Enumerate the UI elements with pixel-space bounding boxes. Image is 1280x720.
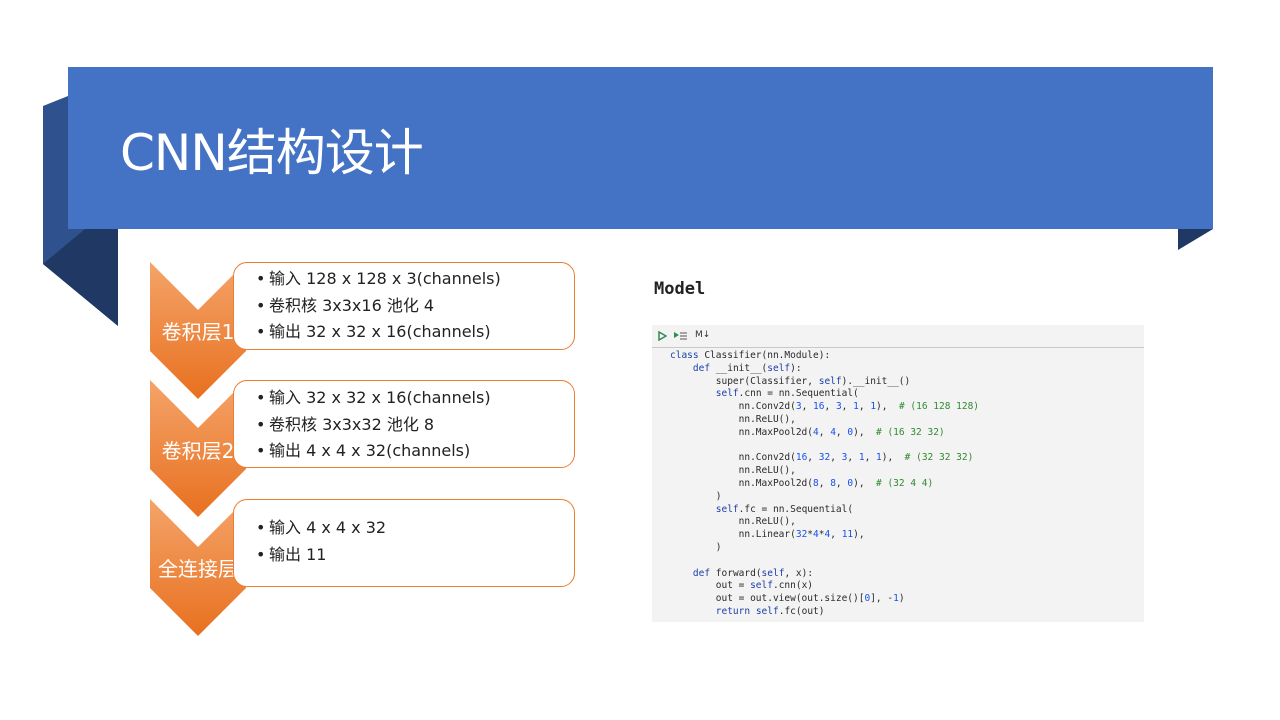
layer-1-label: 卷积层1 [161, 320, 235, 344]
bullet-item: 输出 11 [256, 542, 386, 569]
layer-3-label: 全连接层 [158, 557, 238, 581]
code-cell: M↓ class Classifier(nn.Module): def __in… [652, 325, 1144, 622]
run-below-icon[interactable] [674, 331, 688, 341]
model-heading: Model [654, 279, 706, 299]
slide-title: CNN结构设计 [120, 124, 424, 182]
bullet-item: 输出 4 x 4 x 32(channels) [256, 438, 491, 465]
bullet-item: 输出 32 x 32 x 16(channels) [256, 319, 501, 346]
bullet-item: 输入 128 x 128 x 3(channels) [256, 266, 501, 293]
layer-3-details: 输入 4 x 4 x 32 输出 11 [233, 499, 575, 587]
bullet-item: 输入 32 x 32 x 16(channels) [256, 385, 491, 412]
play-icon[interactable] [658, 331, 667, 341]
layer-1-details: 输入 128 x 128 x 3(channels) 卷积核 3x3x16 池化… [233, 262, 575, 350]
layer-2-details: 输入 32 x 32 x 16(channels) 卷积核 3x3x32 池化 … [233, 380, 575, 468]
bullet-item: 输入 4 x 4 x 32 [256, 515, 386, 542]
bullet-item: 卷积核 3x3x16 池化 4 [256, 293, 501, 320]
layer-2-label: 卷积层2 [161, 439, 235, 463]
python-code[interactable]: class Classifier(nn.Module): def __init_… [670, 350, 979, 619]
code-cell-toolbar: M↓ [652, 325, 1144, 348]
title-banner: CNN结构设计 [68, 67, 1213, 229]
markdown-toggle[interactable]: M↓ [695, 330, 710, 340]
banner-fold-right [1178, 229, 1213, 250]
bullet-item: 卷积核 3x3x32 池化 8 [256, 412, 491, 439]
